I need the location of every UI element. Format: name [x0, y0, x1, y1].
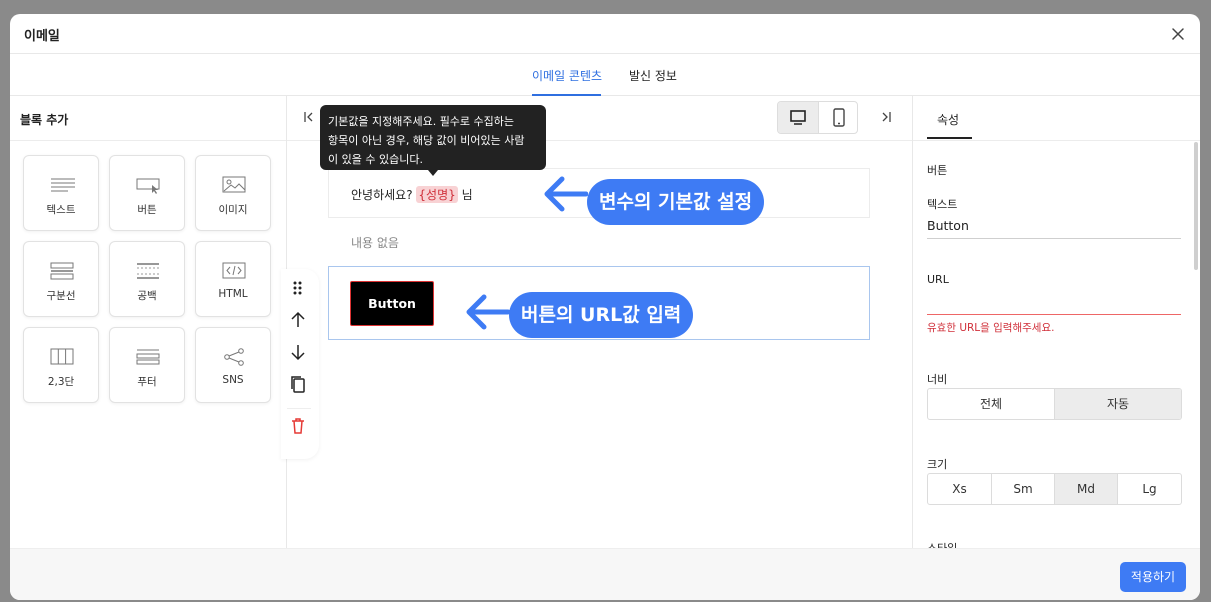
modal-header: 이메일	[10, 14, 1200, 54]
tooltip-line: 항목이 아닌 경우, 해당 값이 비어있는 사람	[328, 134, 525, 147]
modal-title: 이메일	[24, 29, 60, 44]
copy-icon[interactable]	[287, 373, 309, 395]
variable-chip[interactable]: {성명}	[416, 186, 458, 203]
variable-default-tooltip: 기본값을 지정해주세요. 필수로 수집하는 항목이 아닌 경우, 해당 값이 비…	[320, 105, 546, 170]
trash-icon[interactable]	[287, 415, 309, 437]
email-button-preview[interactable]: Button	[350, 281, 434, 326]
greeting-suffix: 님	[461, 188, 473, 202]
width-option-auto[interactable]: 자동	[1055, 389, 1181, 419]
device-toggle	[777, 101, 858, 134]
block-label: 푸터	[137, 376, 157, 388]
move-down-icon[interactable]	[287, 341, 309, 363]
mobile-icon	[833, 108, 845, 127]
url-field-input[interactable]	[927, 294, 1181, 312]
block-item-image[interactable]: 이미지	[195, 155, 271, 231]
block-label: 구분선	[46, 290, 76, 302]
text-field-label: 텍스트	[927, 198, 958, 211]
greeting-prefix: 안녕하세요?	[351, 188, 413, 202]
callout-variable-default: 변수의 기본값 설정	[587, 179, 765, 225]
tab-bar: 이메일 콘텐츠 발신 정보	[10, 54, 1200, 96]
block-item-sns[interactable]: SNS	[195, 327, 271, 403]
divider	[10, 140, 286, 141]
arrow-left-icon	[466, 294, 510, 330]
apply-button[interactable]: 적용하기	[1120, 562, 1186, 592]
block-item-divider[interactable]: 구분선	[23, 241, 99, 317]
last-page-icon[interactable]	[880, 111, 892, 123]
email-modal: 이메일 이메일 콘텐츠 발신 정보 블록 추가 텍스트 버튼 이미지 구분선 공…	[10, 14, 1200, 600]
width-label: 너비	[927, 373, 948, 386]
block-label: 2,3단	[47, 376, 75, 388]
code-icon	[222, 262, 246, 279]
columns-icon	[50, 348, 74, 365]
size-option-sm[interactable]: Sm	[992, 474, 1055, 504]
size-option-lg[interactable]: Lg	[1118, 474, 1181, 504]
text-lines-icon	[51, 178, 75, 192]
desktop-view-button[interactable]	[778, 102, 818, 133]
block-label: 버튼	[137, 204, 157, 216]
block-item-columns[interactable]: 2,3단	[23, 327, 99, 403]
style-label: 스타일	[927, 540, 957, 548]
share-icon	[224, 348, 244, 366]
block-item-footer[interactable]: 푸터	[109, 327, 185, 403]
close-icon[interactable]	[1170, 26, 1186, 42]
divider	[287, 408, 311, 409]
tab-active-indicator	[927, 137, 972, 139]
button-cursor-icon	[136, 178, 160, 194]
modal-footer: 적용하기	[10, 548, 1200, 600]
block-item-button[interactable]: 버튼	[109, 155, 185, 231]
block-item-spacer[interactable]: 공백	[109, 241, 185, 317]
block-panel-title: 블록 추가	[20, 113, 69, 127]
properties-panel: 속성 버튼 텍스트 Button URL 유효한 URL을 입력해주세요. 너비…	[912, 96, 1200, 548]
text-field-underline	[927, 238, 1181, 239]
move-up-icon[interactable]	[287, 309, 309, 331]
size-segmented-control: Xs Sm Md Lg	[927, 473, 1182, 505]
block-label: HTML	[218, 288, 248, 300]
empty-block-placeholder: 내용 없음	[351, 236, 399, 250]
first-page-icon[interactable]	[303, 111, 315, 123]
mobile-view-button[interactable]	[818, 102, 857, 133]
block-item-text[interactable]: 텍스트	[23, 155, 99, 231]
size-label: 크기	[927, 458, 948, 471]
desktop-icon	[790, 110, 806, 125]
url-field-label: URL	[927, 273, 949, 286]
arrow-left-icon	[544, 176, 588, 212]
divider-icon	[50, 262, 74, 280]
divider	[913, 140, 1200, 141]
footer-icon	[136, 349, 160, 365]
url-error-message: 유효한 URL을 입력해주세요.	[927, 322, 1055, 334]
greeting-text: 안녕하세요? {성명} 님	[351, 186, 473, 203]
tab-properties[interactable]: 속성	[937, 111, 959, 128]
properties-scrollbar[interactable]	[1194, 142, 1198, 270]
width-option-full[interactable]: 전체	[928, 389, 1055, 419]
tooltip-line: 기본값을 지정해주세요. 필수로 수집하는	[328, 115, 515, 128]
spacer-icon	[137, 263, 159, 279]
block-label: SNS	[222, 374, 244, 386]
callout-button-url: 버튼의 URL값 입력	[509, 292, 694, 338]
block-panel: 블록 추가 텍스트 버튼 이미지 구분선 공백 HTML 2,3단 푸터 SNS	[10, 96, 287, 548]
block-item-html[interactable]: HTML	[195, 241, 271, 317]
tab-email-content[interactable]: 이메일 콘텐츠	[532, 67, 602, 84]
tooltip-arrow	[428, 170, 438, 176]
width-segmented-control: 전체 자동	[927, 388, 1182, 420]
size-option-md[interactable]: Md	[1055, 474, 1118, 504]
drag-handle-icon[interactable]	[287, 277, 309, 299]
size-option-xs[interactable]: Xs	[928, 474, 992, 504]
block-label: 이미지	[218, 204, 248, 216]
editor-canvas: 안녕하세요? {성명} 님 내용 없음 Button 기본값을 지정해주세요. …	[281, 96, 912, 548]
block-label: 텍스트	[46, 204, 76, 216]
url-field-underline	[927, 314, 1181, 315]
tab-sender-info[interactable]: 발신 정보	[629, 67, 677, 84]
tooltip-line: 이 있을 수 있습니다.	[328, 153, 423, 166]
block-toolbar	[281, 269, 319, 459]
text-field-input[interactable]: Button	[927, 218, 969, 233]
block-label: 공백	[137, 290, 157, 302]
image-icon	[222, 176, 246, 193]
section-title: 버튼	[927, 164, 948, 177]
